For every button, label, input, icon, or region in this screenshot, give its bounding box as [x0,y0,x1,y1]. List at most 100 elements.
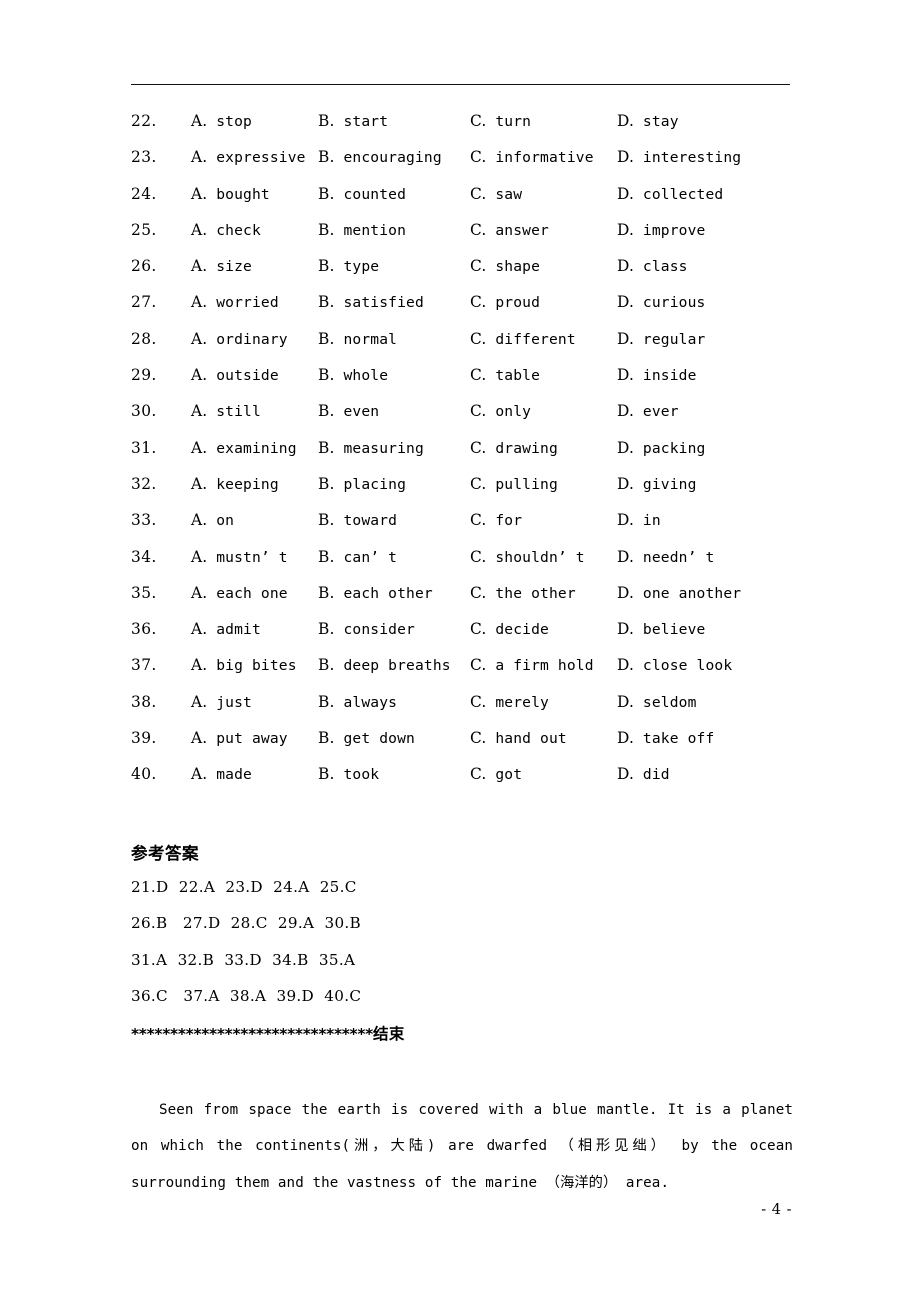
option-b[interactable]: B. consider [318,620,415,638]
option-c[interactable]: C. table [470,366,540,384]
option-a-text: big bites [216,657,297,675]
option-c[interactable]: C. shape [470,257,540,275]
option-c[interactable]: C. turn [470,112,531,130]
option-a[interactable]: A. keeping [191,475,279,493]
option-a[interactable]: A. expressive [191,148,306,166]
option-d[interactable]: D. believe [617,620,705,638]
option-d[interactable]: D. did [617,765,670,783]
option-d-label: D. [617,148,634,167]
option-d[interactable]: D. interesting [617,148,741,166]
option-d[interactable]: D. class [617,257,688,275]
option-d[interactable]: D. packing [617,439,705,457]
option-d[interactable]: D. take off [617,729,714,747]
option-b[interactable]: B. toward [318,511,397,529]
option-b[interactable]: B. mention [318,221,406,239]
option-c[interactable]: C. pulling [470,475,558,493]
option-b[interactable]: B. can’ t [318,548,397,566]
option-b[interactable]: B. type [318,257,379,275]
option-d-text: ever [642,403,679,421]
option-b[interactable]: B. get down [318,729,415,747]
option-c-label: C. [470,184,487,203]
option-a-text: outside [216,367,279,385]
option-c[interactable]: C. got [470,765,522,783]
option-d-label: D. [617,729,634,748]
option-b[interactable]: B. always [318,693,397,711]
option-a[interactable]: A. mustn’ t [191,548,288,566]
option-a[interactable]: A. admit [191,620,261,638]
option-b[interactable]: B. took [318,765,379,783]
option-d[interactable]: D. collected [617,185,723,203]
option-c-label: C. [470,329,487,348]
option-a[interactable]: A. examining [191,439,297,457]
document-page: 22. A. stop B. start C. turn D. stay 23.… [0,0,920,1302]
option-c[interactable]: C. the other [470,584,576,602]
option-b[interactable]: B. placing [318,475,406,493]
option-b[interactable]: B. even [318,402,379,420]
option-d[interactable]: D. curious [617,293,705,311]
option-a[interactable]: A. worried [191,293,279,311]
option-a[interactable]: A. ordinary [191,330,288,348]
option-a[interactable]: A. made [191,765,252,783]
option-b[interactable]: B. start [318,112,388,130]
option-d[interactable]: D. improve [617,221,705,239]
option-d[interactable]: D. inside [617,366,697,384]
option-a[interactable]: A. outside [191,366,279,384]
option-c[interactable]: C. different [470,330,576,348]
option-d[interactable]: D. regular [617,330,705,348]
option-b[interactable]: B. whole [318,366,388,384]
option-b[interactable]: B. each other [318,584,433,602]
option-d-label: D. [617,511,634,530]
option-c-text: shape [495,258,541,276]
option-b-label: B. [318,583,335,602]
option-a[interactable]: A. bought [191,185,270,203]
option-b-text: normal [343,330,398,348]
option-d[interactable]: D. needn’ t [617,548,714,566]
option-d[interactable]: D. giving [617,475,697,493]
option-b[interactable]: B. normal [318,330,397,348]
option-d[interactable]: D. seldom [617,693,697,711]
option-a[interactable]: A. just [191,693,252,711]
option-d[interactable]: D. in [617,511,661,529]
option-d[interactable]: D. ever [617,402,679,420]
option-b-text: counted [343,185,407,203]
option-c[interactable]: C. shouldn’ t [470,548,585,566]
option-c[interactable]: C. a firm hold [470,656,594,674]
multiple-choice-question-list: 22. A. stop B. start C. turn D. stay 23.… [131,112,831,802]
option-a[interactable]: A. size [191,257,252,275]
option-c[interactable]: C. only [470,402,531,420]
option-a[interactable]: A. big bites [191,656,297,674]
option-b[interactable]: B. measuring [318,439,424,457]
option-c[interactable]: C. answer [470,221,549,239]
option-b-text: placing [343,475,407,493]
option-c-label: C. [470,692,487,711]
option-b[interactable]: B. counted [318,185,406,203]
option-a[interactable]: A. each one [191,584,288,602]
option-b-label: B. [318,547,335,566]
option-a[interactable]: A. on [191,511,234,529]
option-c[interactable]: C. for [470,511,522,529]
option-d-label: D. [617,474,634,493]
option-b-text: took [343,766,380,784]
option-d[interactable]: D. one another [617,584,741,602]
option-c[interactable]: C. merely [470,693,549,711]
option-b-label: B. [318,184,335,203]
option-c[interactable]: C. proud [470,293,540,311]
option-a[interactable]: A. stop [191,112,252,130]
option-c[interactable]: C. saw [470,185,522,203]
option-a-text: stop [216,113,252,130]
option-a[interactable]: A. check [191,221,261,239]
option-c[interactable]: C. hand out [470,729,567,747]
option-a[interactable]: A. still [191,402,261,420]
option-a[interactable]: A. put away [191,729,288,747]
option-d-label: D. [617,438,634,457]
option-b-text: get down [343,730,415,748]
option-c-label: C. [470,148,487,167]
option-c[interactable]: C. drawing [470,439,558,457]
option-b[interactable]: B. deep breaths [318,656,451,674]
option-c[interactable]: C. informative [470,148,594,166]
option-d[interactable]: D. close look [617,656,732,674]
option-b[interactable]: B. encouraging [318,148,442,166]
option-c[interactable]: C. decide [470,620,549,638]
option-b[interactable]: B. satisfied [318,293,424,311]
option-d[interactable]: D. stay [617,112,679,130]
